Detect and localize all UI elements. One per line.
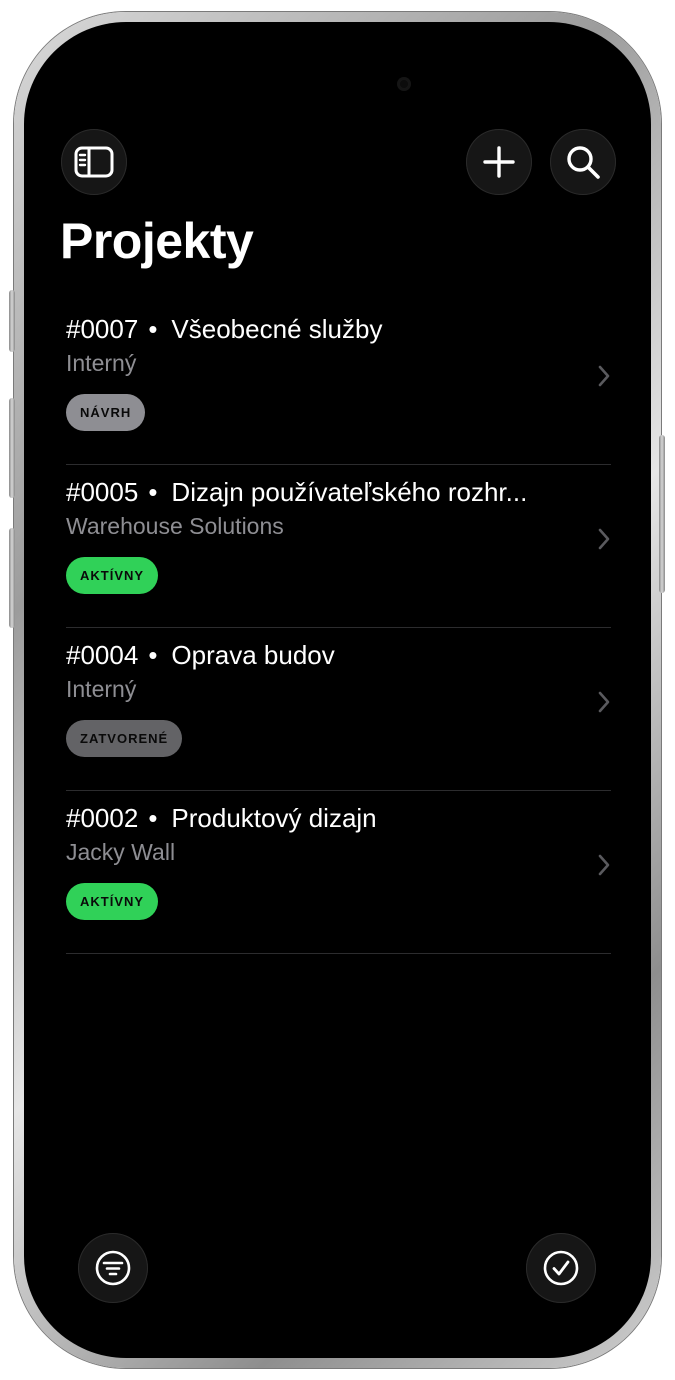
action-button — [9, 290, 15, 352]
camera — [397, 77, 411, 91]
checkmark-circle-icon — [543, 1250, 579, 1286]
project-row[interactable]: #0002 • Produktový dizajn Jacky Wall AKTÍV… — [66, 791, 611, 954]
project-number: #0004 — [66, 640, 139, 670]
plus-icon — [483, 146, 515, 178]
project-number: #0005 — [66, 477, 139, 507]
select-button[interactable] — [526, 1233, 596, 1303]
project-heading: #0002 • Produktový dizajn — [66, 803, 576, 834]
project-client: Interný — [66, 676, 137, 702]
chevron-right-icon — [598, 854, 610, 876]
status-badge: AKTÍVNY — [66, 883, 159, 920]
project-list: #0007 • Všeobecné služby Interný NÁVRH #00… — [66, 302, 611, 954]
project-heading: #0007 • Všeobecné služby — [66, 314, 576, 345]
project-client: Interný — [66, 350, 137, 376]
project-client: Jacky Wall — [66, 839, 176, 865]
project-client: Warehouse Solutions — [66, 513, 284, 539]
project-name: Dizajn používateľského rozhr... — [171, 477, 528, 507]
project-row[interactable]: #0004 • Oprava budov Interný ZATVORENÉ — [66, 628, 611, 791]
separator-dot: • — [148, 477, 158, 507]
separator-dot: • — [148, 803, 158, 833]
app-screen: Projekty #0007 • Všeobecné služby Interný … — [24, 22, 651, 1358]
project-name: Produktový dizajn — [171, 803, 377, 833]
chevron-right-icon — [598, 528, 610, 550]
status-badge: ZATVORENÉ — [66, 720, 183, 757]
project-row[interactable]: #0005 • Dizajn používateľského rozhr... Wa… — [66, 465, 611, 628]
status-badge: AKTÍVNY — [66, 557, 159, 594]
separator-dot: • — [148, 314, 158, 344]
page-title: Projekty — [60, 213, 254, 269]
search-button[interactable] — [550, 129, 616, 195]
sidebar-toggle-button[interactable] — [61, 129, 127, 195]
separator-dot: • — [148, 640, 158, 670]
volume-up-button — [9, 398, 15, 498]
power-button — [659, 435, 665, 593]
volume-down-button — [9, 528, 15, 628]
sidebar-icon — [74, 146, 114, 178]
project-number: #0002 — [66, 803, 139, 833]
project-heading: #0004 • Oprava budov — [66, 640, 576, 671]
add-project-button[interactable] — [466, 129, 532, 195]
status-badge: NÁVRH — [66, 394, 146, 431]
chevron-right-icon — [598, 365, 610, 387]
search-icon — [567, 146, 600, 179]
chevron-right-icon — [598, 691, 610, 713]
project-number: #0007 — [66, 314, 139, 344]
project-row[interactable]: #0007 • Všeobecné služby Interný NÁVRH — [66, 302, 611, 465]
project-heading: #0005 • Dizajn používateľského rozhr... — [66, 477, 576, 508]
filter-button[interactable] — [78, 1233, 148, 1303]
filter-icon — [95, 1250, 131, 1286]
project-name: Všeobecné služby — [171, 314, 383, 344]
project-name: Oprava budov — [171, 640, 335, 670]
